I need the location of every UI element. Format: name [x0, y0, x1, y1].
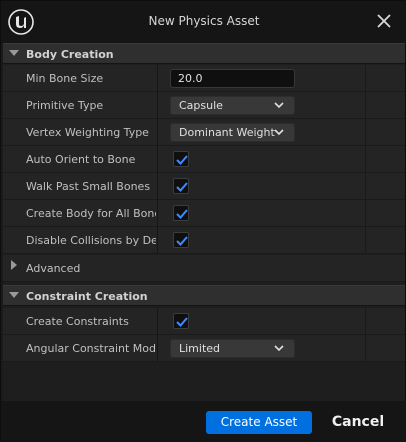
property-label: Min Bone Size [26, 72, 104, 85]
column-divider [365, 173, 366, 200]
close-icon[interactable] [375, 12, 393, 30]
row-vertex-weighting-type: Vertex Weighting Type Dominant Weight [3, 119, 405, 146]
create-body-for-all-bones-checkbox[interactable] [173, 205, 189, 221]
column-divider[interactable] [157, 335, 158, 362]
create-asset-button[interactable]: Create Asset [206, 411, 312, 434]
details-panel: Body Creation Min Bone Size Primitive Ty… [3, 43, 405, 401]
column-divider[interactable] [157, 200, 158, 227]
column-divider [365, 200, 366, 227]
cancel-button[interactable]: Cancel [323, 411, 393, 434]
chevron-down-icon [9, 50, 19, 56]
row-create-constraints: Create Constraints [3, 308, 405, 335]
primitive-type-dropdown[interactable]: Capsule [170, 96, 295, 115]
section-header-body-creation[interactable]: Body Creation [3, 43, 405, 64]
row-min-bone-size: Min Bone Size [3, 65, 405, 92]
dropdown-value: Limited [179, 342, 221, 355]
dialog-title: New Physics Asset [148, 14, 260, 28]
dialog-footer: Create Asset Cancel [1, 401, 406, 442]
column-divider[interactable] [157, 65, 158, 92]
row-walk-past-small-bones: Walk Past Small Bones [3, 173, 405, 200]
column-divider[interactable] [157, 119, 158, 146]
walk-past-small-bones-checkbox[interactable] [173, 178, 189, 194]
vertex-weighting-type-dropdown[interactable]: Dominant Weight [170, 123, 295, 142]
checkmark-icon [176, 317, 188, 327]
property-label: Auto Orient to Bone [26, 153, 136, 166]
column-divider[interactable] [157, 308, 158, 335]
property-label: Disable Collisions by De... [26, 234, 156, 247]
column-divider [365, 227, 366, 254]
column-divider[interactable] [157, 92, 158, 119]
section-title: Body Creation [26, 48, 114, 61]
checkmark-icon [176, 155, 188, 165]
section-title: Constraint Creation [26, 290, 148, 303]
checkmark-icon [176, 236, 188, 246]
create-constraints-checkbox[interactable] [173, 313, 189, 329]
property-label: Angular Constraint Mode [26, 342, 156, 355]
section-header-constraint-creation[interactable]: Constraint Creation [3, 285, 405, 306]
row-primitive-type: Primitive Type Capsule [3, 92, 405, 119]
advanced-expander[interactable]: Advanced [3, 255, 405, 282]
title-bar: New Physics Asset [1, 1, 406, 43]
property-label: Create Body for All Bones [26, 207, 156, 220]
column-divider[interactable] [157, 227, 158, 254]
column-divider [365, 92, 366, 119]
column-divider [365, 65, 366, 92]
row-create-body-for-all-bones: Create Body for All Bones [3, 200, 405, 227]
chevron-down-icon [274, 102, 284, 109]
row-disable-collisions: Disable Collisions by De... [3, 227, 405, 254]
property-label: Primitive Type [26, 99, 104, 112]
dropdown-value: Capsule [179, 99, 223, 112]
row-angular-constraint-mode: Angular Constraint Mode Limited [3, 335, 405, 362]
disable-collisions-checkbox[interactable] [173, 232, 189, 248]
chevron-right-icon [11, 260, 17, 270]
chevron-down-icon [274, 345, 284, 352]
angular-constraint-mode-dropdown[interactable]: Limited [170, 339, 295, 358]
checkmark-icon [176, 209, 188, 219]
new-physics-asset-dialog: New Physics Asset Body Creation Min Bone… [0, 0, 406, 442]
property-label: Vertex Weighting Type [26, 126, 149, 139]
column-divider [365, 119, 366, 146]
column-divider [365, 146, 366, 173]
column-divider[interactable] [157, 146, 158, 173]
dropdown-value: Dominant Weight [179, 126, 275, 139]
column-divider[interactable] [157, 173, 158, 200]
row-auto-orient-to-bone: Auto Orient to Bone [3, 146, 405, 173]
property-label: Create Constraints [26, 315, 129, 328]
auto-orient-to-bone-checkbox[interactable] [173, 151, 189, 167]
column-divider [365, 308, 366, 335]
property-label: Walk Past Small Bones [26, 180, 151, 193]
min-bone-size-input[interactable] [170, 69, 295, 88]
chevron-down-icon [9, 292, 19, 298]
column-divider [365, 335, 366, 362]
chevron-down-icon [274, 129, 284, 136]
checkmark-icon [176, 182, 188, 192]
advanced-label: Advanced [26, 262, 81, 275]
